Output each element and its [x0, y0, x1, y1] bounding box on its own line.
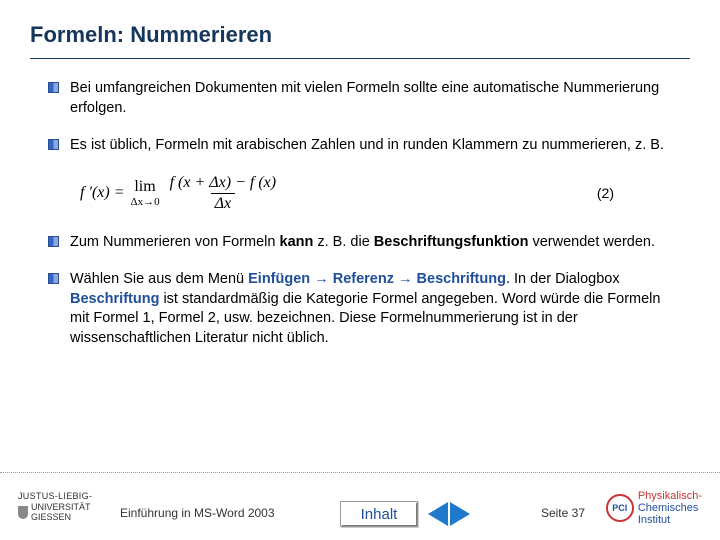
text-span: z. B. die — [313, 234, 373, 250]
footer: JUSTUS-LIEBIG- UNIVERSITÄT GIESSEN Einfü… — [0, 472, 720, 540]
bullet-text: Zum Nummerieren von Formeln kann z. B. d… — [70, 233, 672, 253]
formula-row: f ′(x) = lim Δx→0 f (x + Δx) − f (x) Δx … — [48, 174, 672, 213]
fraction-denominator: Δx — [211, 193, 236, 213]
bullet-item: Bei umfangreichen Dokumenten mit vielen … — [48, 79, 672, 118]
bullet-text: Wählen Sie aus dem Menü Einfügen → Refer… — [70, 270, 672, 348]
bullet-item: Zum Nummerieren von Formeln kann z. B. d… — [48, 233, 672, 253]
bold-text: Beschriftungsfunktion — [374, 234, 529, 250]
prev-slide-button[interactable] — [428, 502, 448, 526]
next-slide-button[interactable] — [450, 502, 470, 526]
limit-operator: lim Δx→0 — [131, 178, 160, 208]
bullet-marker-icon — [48, 82, 59, 93]
arrow-icon: → — [310, 271, 333, 287]
fraction: f (x + Δx) − f (x) Δx — [166, 174, 281, 213]
bullet-marker-icon — [48, 236, 59, 247]
slide-title: Formeln: Nummerieren — [30, 22, 690, 48]
bullet-item: Es ist üblich, Formeln mit arabischen Za… — [48, 136, 672, 156]
formula-lhs: f ′(x) = — [80, 184, 125, 202]
inst-line2: Chemisches — [638, 502, 702, 514]
lim-text: lim — [134, 178, 155, 196]
text-span: verwendet werden. — [528, 234, 655, 250]
menu-einfuegen: Einfügen — [248, 271, 310, 287]
institute-mark-icon: PCI — [606, 494, 634, 522]
menu-referenz: Referenz — [333, 271, 394, 287]
bullet-marker-icon — [48, 139, 59, 150]
page-number: Seite 37 — [541, 506, 585, 520]
content-area: Bei umfangreichen Dokumenten mit vielen … — [30, 79, 690, 349]
menu-beschriftung: Beschriftung — [417, 271, 506, 287]
lim-subscript: Δx→0 — [131, 196, 160, 208]
title-rule — [30, 58, 690, 59]
equation-number: (2) — [597, 185, 654, 201]
footer-subtitle: Einführung in MS-Word 2003 — [120, 506, 275, 520]
text-span: Wählen Sie aus dem Menü — [70, 271, 248, 287]
uni-line3: GIESSEN — [31, 512, 91, 522]
bullet-marker-icon — [48, 273, 59, 284]
arrow-icon: → — [394, 271, 417, 287]
institute-logo: PCI Physikalisch- Chemisches Institut — [606, 490, 702, 526]
inst-line1: Physikalisch- — [638, 490, 702, 502]
formula-expression: f ′(x) = lim Δx→0 f (x + Δx) − f (x) Δx — [80, 174, 280, 213]
bold-text: kann — [280, 234, 314, 250]
dialog-beschriftung: Beschriftung — [70, 291, 159, 307]
uni-line2: UNIVERSITÄT — [31, 502, 91, 512]
uni-line1: JUSTUS-LIEBIG- — [18, 491, 118, 501]
bullet-item: Wählen Sie aus dem Menü Einfügen → Refer… — [48, 270, 672, 348]
nav-arrows — [428, 502, 470, 526]
bullet-text: Es ist üblich, Formeln mit arabischen Za… — [70, 136, 672, 156]
inst-line3: Institut — [638, 514, 702, 526]
text-span: . In der Dialogbox — [506, 271, 620, 287]
text-span: ist standardmäßig die Kategorie Formel a… — [70, 291, 660, 346]
fraction-numerator: f (x + Δx) − f (x) — [166, 174, 281, 193]
text-span: Zum Nummerieren von Formeln — [70, 234, 280, 250]
shield-icon — [18, 506, 28, 519]
bullet-text: Bei umfangreichen Dokumenten mit vielen … — [70, 79, 672, 118]
contents-button[interactable]: Inhalt — [340, 501, 418, 527]
university-logo: JUSTUS-LIEBIG- UNIVERSITÄT GIESSEN — [18, 491, 118, 522]
